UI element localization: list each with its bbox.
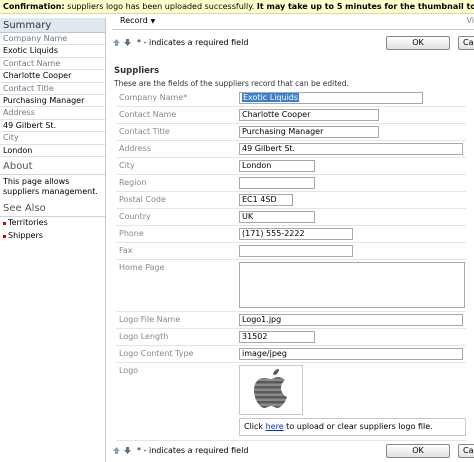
about-text: This page allows suppliers management.	[3, 176, 98, 196]
label-logo-length: Logo Length	[119, 332, 169, 341]
summary-label-city: City	[0, 132, 105, 145]
see-also-header: See Also	[0, 201, 105, 217]
see-also-link-shippers[interactable]: Shippers	[0, 230, 105, 243]
summary-label-company-name: Company Name	[0, 33, 105, 46]
summary-label-contact-name: Contact Name	[0, 58, 105, 71]
summary-value-contact-name: Charlotte Cooper	[0, 70, 105, 83]
label-contact-name: Contact Name	[119, 110, 177, 119]
arrow-up-icon[interactable]	[112, 446, 121, 455]
label-logo-file-name: Logo File Name	[119, 315, 181, 324]
logo-content-type-field[interactable]: image/jpeg	[239, 348, 463, 360]
row-contact-title: Contact Title Purchasing Manager	[116, 124, 466, 141]
row-region: Region	[116, 175, 466, 192]
row-home-page: Home Page	[116, 260, 466, 312]
summary-label-contact-title: Contact Title	[0, 83, 105, 95]
about-header: About	[0, 159, 105, 175]
row-company-name: Company Name* Exotic Liquids	[116, 90, 466, 107]
label-contact-title: Contact Title	[119, 127, 170, 136]
section-description: These are the fields of the suppliers re…	[114, 79, 349, 88]
record-menu[interactable]: Record ▼	[120, 16, 155, 25]
arrow-up-icon[interactable]	[112, 38, 121, 47]
arrow-down-icon[interactable]	[123, 38, 132, 47]
territories-link[interactable]: Territories	[8, 218, 48, 227]
row-logo-content-type: Logo Content Type image/jpeg	[116, 346, 466, 363]
label-city: City	[119, 161, 135, 170]
summary-value-contact-title: Purchasing Manager	[0, 95, 105, 108]
shippers-link[interactable]: Shippers	[8, 231, 43, 240]
row-city: City London	[116, 158, 466, 175]
label-country: Country	[119, 212, 151, 221]
row-logo-length: Logo Length 31502	[116, 329, 466, 346]
ok-button-top[interactable]: OK	[386, 36, 450, 50]
row-phone: Phone (171) 555-2222	[116, 226, 466, 243]
label-logo: Logo	[119, 366, 139, 375]
required-field-note-bottom: * - indicates a required field	[137, 445, 249, 455]
label-home-page: Home Page	[119, 263, 165, 272]
cancel-button-bottom[interactable]: Cancel	[458, 444, 474, 458]
summary-value-address: 49 Gilbert St.	[0, 120, 105, 133]
confirmation-bar: Confirmation: suppliers logo has been up…	[0, 0, 474, 14]
logo-length-field[interactable]: 31502	[239, 331, 315, 343]
label-address: Address	[119, 144, 151, 153]
company-name-field[interactable]: Exotic Liquids	[239, 92, 423, 104]
tab-bar: Record ▼ Vi	[112, 14, 474, 30]
see-also-link-territories[interactable]: Territories	[0, 217, 105, 230]
label-logo-content-type: Logo Content Type	[119, 349, 194, 358]
label-region: Region	[119, 178, 147, 187]
ok-button-bottom[interactable]: OK	[386, 444, 450, 458]
top-nav-row: * - indicates a required field	[112, 35, 248, 49]
postal-code-field[interactable]: EC1 4SD	[239, 194, 293, 206]
arrow-down-icon[interactable]	[123, 446, 132, 455]
required-mark: *	[183, 93, 188, 102]
main-panel: Record ▼ Vi * - indicates a required fiel…	[112, 14, 474, 462]
fax-field[interactable]	[239, 245, 353, 257]
row-logo: Logo Click here to upload or clear suppl…	[116, 363, 466, 441]
logo-thumbnail	[239, 365, 303, 415]
city-field[interactable]: London	[239, 160, 315, 172]
summary-value-company-name: Exotic Liquids	[0, 45, 105, 58]
confirmation-message: suppliers logo has been uploaded success…	[64, 2, 257, 11]
row-fax: Fax	[116, 243, 466, 260]
confirmation-label: Confirmation:	[3, 2, 65, 11]
label-postal-code: Postal Code	[119, 195, 166, 204]
section-title: Suppliers	[114, 66, 160, 76]
row-address: Address 49 Gilbert St.	[116, 141, 466, 158]
bottom-nav-row: * - indicates a required field	[112, 443, 248, 457]
label-phone: Phone	[119, 229, 144, 238]
country-field[interactable]: UK	[239, 211, 315, 223]
company-name-value: Exotic Liquids	[242, 93, 300, 102]
phone-field[interactable]: (171) 555-2222	[239, 228, 353, 240]
row-contact-name: Contact Name Charlotte Cooper	[116, 107, 466, 124]
upload-logo-link[interactable]: here	[266, 422, 284, 431]
summary-header: Summary	[0, 18, 105, 33]
region-field[interactable]	[239, 177, 315, 189]
summary-label-address: Address	[0, 107, 105, 120]
confirmation-bold-message: It may take up to 5 minutes for the thum…	[256, 2, 474, 11]
home-page-field[interactable]	[239, 262, 465, 308]
label-company-name: Company Name*	[119, 93, 188, 102]
contact-title-field[interactable]: Purchasing Manager	[239, 126, 379, 138]
required-field-note: * - indicates a required field	[137, 37, 249, 47]
view-menu[interactable]: Vi	[466, 16, 474, 25]
contact-name-field[interactable]: Charlotte Cooper	[239, 109, 379, 121]
chevron-down-icon: ▼	[150, 18, 156, 25]
row-country: Country UK	[116, 209, 466, 226]
row-postal-code: Postal Code EC1 4SD	[116, 192, 466, 209]
sidebar: Summary Company Name Exotic Liquids Cont…	[0, 18, 106, 462]
cancel-button-top[interactable]: Cancel	[458, 36, 474, 50]
logo-upload-hint: Click here to upload or clear suppliers …	[239, 418, 466, 436]
row-logo-file-name: Logo File Name Logo1.jpg	[116, 312, 466, 329]
summary-value-city: London	[0, 145, 105, 157]
address-field[interactable]: 49 Gilbert St.	[239, 143, 463, 155]
record-menu-label: Record	[120, 16, 148, 25]
apple-logo-icon	[254, 369, 287, 408]
logo-file-name-field[interactable]: Logo1.jpg	[239, 314, 463, 326]
label-fax: Fax	[119, 246, 133, 255]
